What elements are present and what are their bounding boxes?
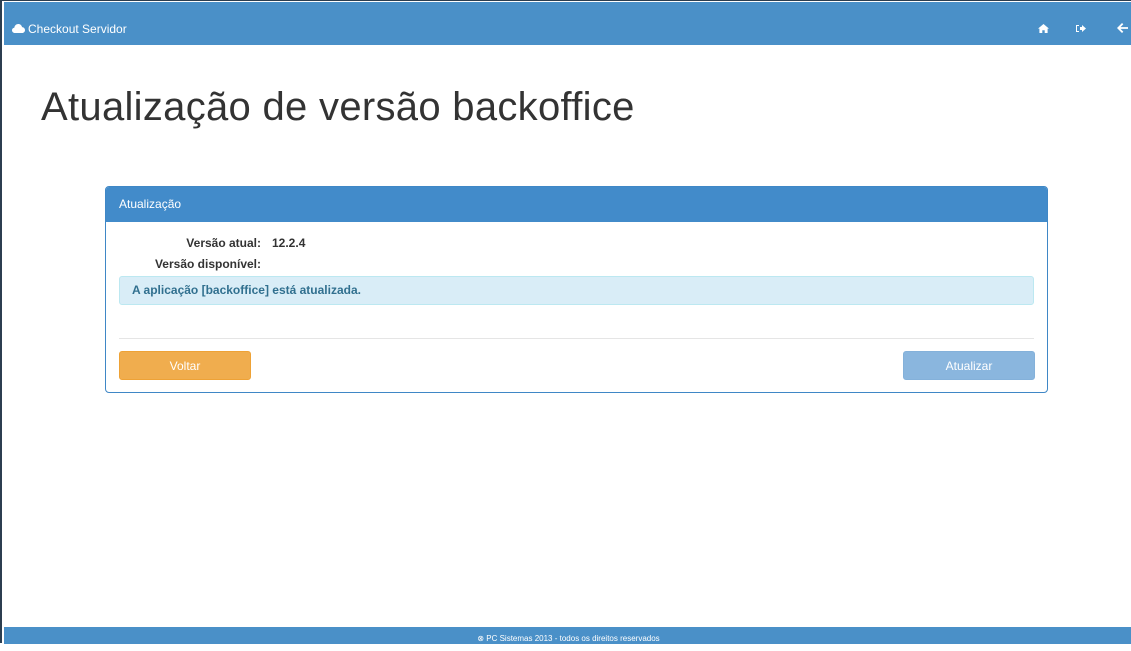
brand-label: Checkout Servidor xyxy=(28,22,127,36)
footer-copyright: ⊗ PC Sistemas 2013 - todos os direitos r… xyxy=(477,634,660,643)
back-button[interactable]: Voltar xyxy=(119,351,251,380)
home-icon[interactable] xyxy=(1035,20,1051,36)
logout-icon[interactable] xyxy=(1073,20,1089,36)
footer: ⊗ PC Sistemas 2013 - todos os direitos r… xyxy=(4,627,1131,644)
available-version-label: Versão disponível: xyxy=(154,257,261,271)
divider xyxy=(119,338,1034,339)
brand-link[interactable]: Checkout Servidor xyxy=(12,22,127,36)
current-version-label: Versão atual: xyxy=(186,236,261,250)
update-panel: Atualização Versão atual: 12.2.4 Versão … xyxy=(105,186,1048,393)
top-navbar: Checkout Servidor xyxy=(4,2,1131,45)
panel-heading: Atualização xyxy=(106,187,1047,222)
update-button[interactable]: Atualizar xyxy=(903,351,1035,380)
status-alert: A aplicação [backoffice] está atualizada… xyxy=(119,276,1034,305)
cloud-icon xyxy=(12,22,28,36)
back-arrow-icon[interactable] xyxy=(1114,20,1130,36)
page-title: Atualização de versão backoffice xyxy=(41,85,635,129)
app-window: Checkout Servidor Atualização de versão … xyxy=(0,0,1131,644)
current-version-value: 12.2.4 xyxy=(272,236,306,250)
